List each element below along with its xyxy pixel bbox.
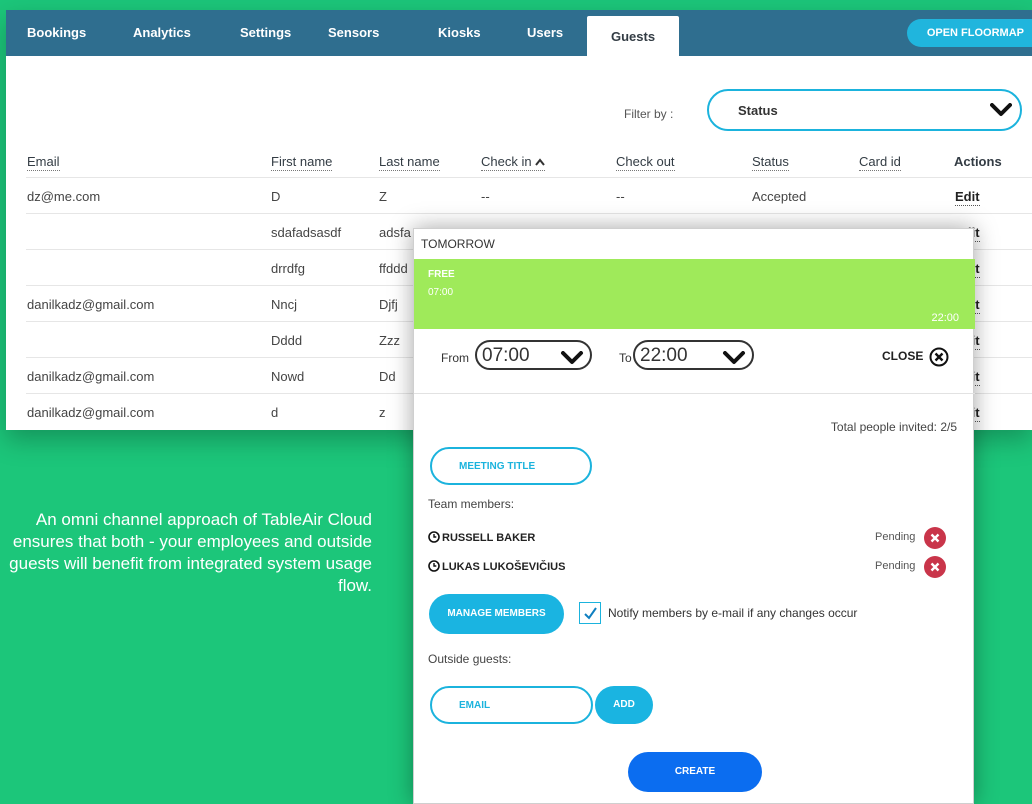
email-placeholder: EMAIL [459,700,491,711]
outside-guests-label: Outside guests: [428,652,512,666]
cell-first-name: drrdfg [271,261,305,276]
open-floormap-button[interactable]: OPEN FLOORMAP [906,19,1032,47]
check-in-label: Check in [481,154,532,169]
table-row: dz@me.com D Z -- -- Accepted Edit [26,177,1032,213]
guest-email-input[interactable]: EMAIL [430,686,593,724]
close-button[interactable]: CLOSE [882,349,923,363]
status-filter-select[interactable]: Status [707,89,1022,131]
cell-check-out: -- [616,189,625,204]
booking-panel: TOMORROW FREE 07:00 22:00 From 07:00 To … [413,228,975,804]
cell-check-in: -- [481,189,490,204]
notify-label: Notify members by e-mail if any changes … [608,606,858,620]
notify-checkbox[interactable] [579,602,601,624]
cell-last-name: Dd [379,369,396,384]
tab-users[interactable]: Users [527,10,563,56]
day-title: TOMORROW [421,237,495,251]
team-members-label: Team members: [428,497,515,511]
chevron-down-icon [561,351,583,364]
header-check-in[interactable]: Check in [481,154,546,171]
slot-end-time: 22:00 [931,312,959,324]
divider [414,393,975,394]
from-time-value: 07:00 [482,345,530,366]
cell-last-name: adsfa [379,225,411,240]
cell-last-name: Z [379,189,387,204]
manage-members-button[interactable]: MANAGE MEMBERS [429,594,564,634]
filter-value: Status [738,103,778,118]
to-label: To [619,351,632,365]
member-item: LUKAS LUKOŠEVIČIUS [428,560,565,573]
tab-sensors[interactable]: Sensors [328,10,379,56]
chevron-down-icon [723,351,745,364]
cell-first-name: Nowd [271,369,305,384]
cell-first-name: d [271,405,279,420]
cell-last-name: Djfj [379,297,398,312]
cell-last-name: z [379,405,386,420]
member-name: RUSSELL BAKER [442,532,536,544]
tab-settings[interactable]: Settings [240,10,291,56]
clock-icon [428,531,440,543]
cell-last-name: ffddd [379,261,408,276]
from-label: From [441,351,469,365]
free-time-slot[interactable]: FREE 07:00 22:00 [414,259,975,329]
cell-first-name: Dddd [271,333,303,348]
member-status: Pending [875,560,916,572]
close-icon [930,562,940,572]
meeting-title-input[interactable]: MEETING TITLE [430,447,592,485]
cell-email: danilkadz@gmail.com [27,297,155,312]
cell-last-name: Zzz [379,333,400,348]
tab-bar: Bookings Analytics Settings Sensors Kios… [6,10,1032,56]
slot-start-time: 07:00 [428,287,454,298]
create-button[interactable]: CREATE [628,752,762,792]
close-circle-icon[interactable] [929,347,949,367]
total-invited: Total people invited: 2/5 [830,420,957,434]
filter-label: Filter by : [624,107,674,121]
header-first-name[interactable]: First name [271,154,333,171]
cell-email: danilkadz@gmail.com [27,405,155,420]
tab-bookings[interactable]: Bookings [27,10,86,56]
cell-email: danilkadz@gmail.com [27,369,155,384]
to-time-select[interactable]: 22:00 [633,340,754,370]
meeting-title-placeholder: MEETING TITLE [459,461,536,472]
tab-kiosks[interactable]: Kiosks [438,10,481,56]
promo-text: An omni channel approach of TableAir Clo… [9,510,372,595]
cell-email: dz@me.com [27,189,101,204]
cell-first-name: sdafadsasdf [271,225,342,240]
header-card-id[interactable]: Card id [859,154,901,171]
header-status[interactable]: Status [752,154,789,171]
from-time-select[interactable]: 07:00 [475,340,592,370]
cell-first-name: Nncj [271,297,298,312]
add-guest-button[interactable]: ADD [595,686,653,724]
tab-guests[interactable]: Guests [587,16,680,56]
member-name: LUKAS LUKOŠEVIČIUS [442,561,566,573]
clock-icon [428,560,440,572]
header-actions: Actions [954,154,1002,169]
remove-member-button[interactable] [924,556,946,578]
member-status: Pending [875,531,916,543]
cell-status: Accepted [752,189,807,204]
sort-ascending-icon [535,158,545,166]
cell-first-name: D [271,189,281,204]
header-email[interactable]: Email [27,154,60,171]
chevron-down-icon [990,103,1012,116]
remove-member-button[interactable] [924,527,946,549]
header-check-out[interactable]: Check out [616,154,675,171]
member-item: RUSSELL BAKER [428,531,535,544]
header-last-name[interactable]: Last name [379,154,440,171]
close-icon [930,533,940,543]
checkmark-icon [584,607,597,620]
edit-link[interactable]: Edit [955,189,980,206]
to-time-value: 22:00 [640,345,688,366]
slot-status: FREE [428,269,455,280]
tab-analytics[interactable]: Analytics [133,10,191,56]
